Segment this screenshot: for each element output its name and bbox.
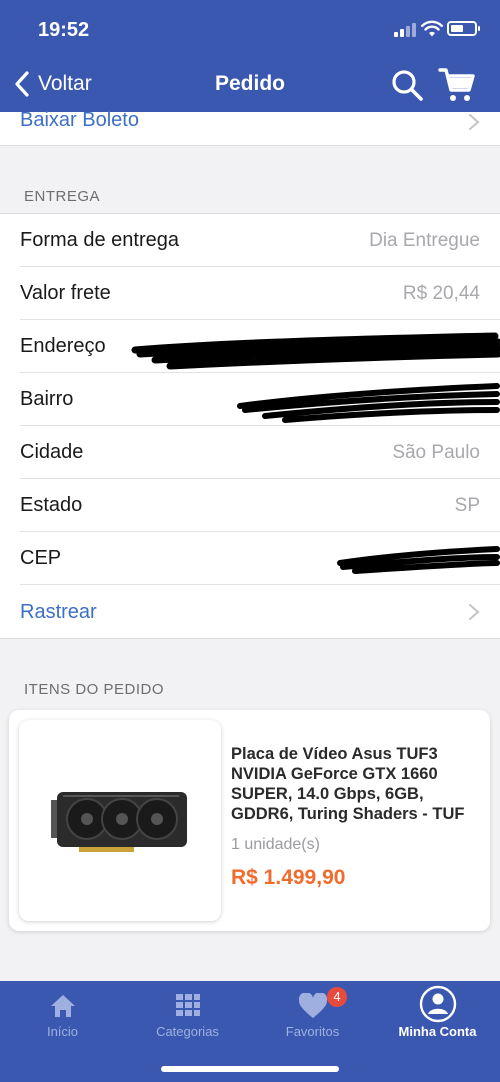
heart-icon [298, 993, 327, 1018]
cart-icon[interactable] [438, 66, 476, 104]
state-value: SP [454, 494, 480, 516]
back-button[interactable]: Voltar [12, 66, 92, 102]
user-icon [419, 985, 456, 1023]
city-row: Cidade São Paulo [0, 426, 500, 479]
page-title: Pedido [214, 72, 285, 95]
graphics-card-image [51, 792, 187, 852]
app-header: 19:52 Voltar Pedido [0, 0, 500, 112]
neighborhood-label: Bairro [20, 388, 74, 410]
search-icon[interactable] [390, 68, 424, 102]
back-label: Voltar [38, 72, 92, 95]
shipping-cost-row: Valor frete R$ 20,44 [0, 267, 500, 320]
state-row: Estado SP [0, 479, 500, 532]
wifi-icon [421, 20, 443, 37]
chevron-right-icon [469, 604, 480, 620]
cellular-signal-icon [394, 23, 418, 37]
chevron-right-icon [469, 114, 480, 130]
tab-categories-label: Categorias [156, 1024, 219, 1039]
grid-icon [175, 994, 200, 1016]
track-order-label: Rastrear [20, 600, 97, 623]
tab-my-account[interactable]: Minha Conta [375, 981, 500, 1051]
download-boleto-label: Baixar Boleto [20, 108, 139, 131]
product-card[interactable]: Placa de Vídeo Asus TUF3 NVIDIA GeForce … [9, 710, 490, 931]
section-title-items: ITENS DO PEDIDO [24, 681, 165, 698]
neighborhood-row: Bairro [0, 373, 500, 426]
delivery-method-label: Forma de entrega [20, 229, 179, 251]
delivery-method-row: Forma de entrega Dia Entregue [0, 214, 500, 267]
tab-favorites[interactable]: Favoritos [250, 981, 375, 1051]
tab-categories[interactable]: Categorias [125, 981, 250, 1051]
zip-code-row: CEP [0, 532, 500, 585]
product-name: Placa de Vídeo Asus TUF3 NVIDIA GeForce … [231, 745, 465, 823]
shipping-cost-label: Valor frete [20, 282, 111, 304]
track-order-row[interactable]: Rastrear [0, 585, 500, 639]
chevron-left-icon [15, 71, 29, 97]
battery-icon [447, 21, 480, 36]
city-value: São Paulo [392, 441, 480, 463]
address-label: Endereço [20, 335, 106, 357]
tab-favorites-label: Favoritos [285, 1024, 340, 1039]
home-indicator [161, 1066, 339, 1072]
tab-home[interactable]: Início [0, 981, 125, 1051]
home-icon [50, 995, 75, 1017]
delivery-method-value: Dia Entregue [369, 229, 480, 251]
tab-my-account-label: Minha Conta [398, 1024, 477, 1039]
zip-code-label: CEP [20, 547, 62, 569]
address-row: Endereço [0, 320, 500, 373]
product-price: R$ 1.499,90 [231, 866, 346, 889]
state-label: Estado [20, 494, 83, 516]
status-time: 19:52 [38, 19, 90, 41]
product-quantity: 1 unidade(s) [231, 836, 320, 853]
city-label: Cidade [20, 441, 84, 463]
shipping-cost-value: R$ 20,44 [402, 282, 480, 304]
tab-home-label: Início [46, 1024, 79, 1039]
favorites-count-badge: 4 [327, 987, 347, 1007]
bottom-tab-bar: Início Categorias Favoritos 4 Minha Cont… [0, 981, 500, 1082]
product-image [19, 720, 221, 921]
section-title-delivery: ENTREGA [24, 188, 101, 205]
status-bar: 19:52 [0, 0, 500, 56]
download-boleto-row[interactable]: Baixar Boleto [0, 108, 500, 146]
